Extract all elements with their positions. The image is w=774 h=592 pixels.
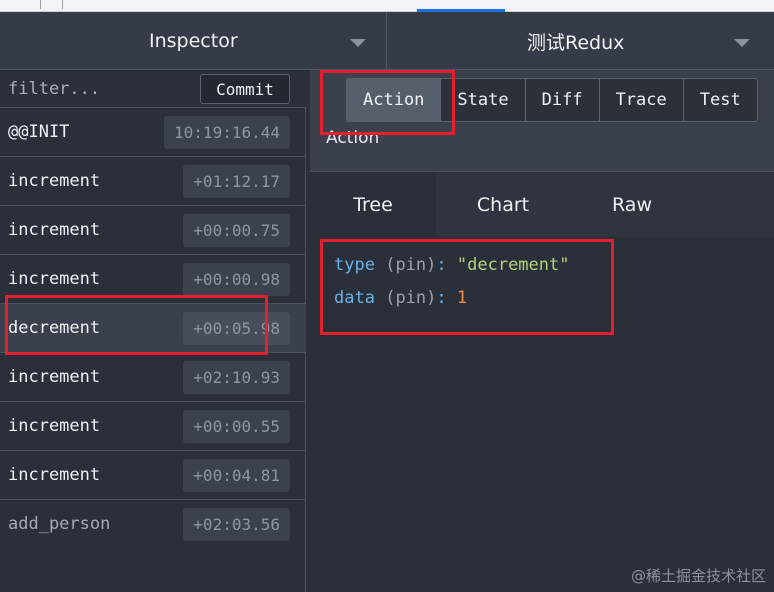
- section-title: Action: [326, 128, 380, 148]
- monitor-label: Inspector: [149, 30, 238, 52]
- action-tree: type (pin): "decrement" data (pin): 1: [310, 237, 774, 592]
- tree-node[interactable]: type (pin): "decrement": [334, 255, 569, 275]
- tab-diff[interactable]: Diff: [524, 78, 600, 122]
- watermark: @稀土掘金技术社区: [630, 567, 766, 585]
- browser-tab-strip: [0, 0, 774, 12]
- tab-chart[interactable]: Chart: [440, 172, 566, 237]
- action-row[interactable]: increment +00:00.55: [0, 402, 306, 451]
- action-name: decrement: [8, 318, 101, 338]
- tab-test[interactable]: Test: [682, 78, 758, 122]
- action-name: increment: [8, 269, 101, 289]
- tab-action[interactable]: Action: [346, 78, 442, 122]
- action-row[interactable]: increment +01:12.17: [0, 157, 306, 206]
- tree-value: "decrement": [456, 255, 570, 275]
- strip-separator: [62, 0, 63, 9]
- action-row[interactable]: add_person +02:03.56: [0, 500, 306, 549]
- tree-key: data: [334, 288, 375, 308]
- action-name: increment: [8, 367, 101, 387]
- monitor-label: 测试Redux: [527, 31, 625, 54]
- left-monitor-select[interactable]: Inspector: [0, 12, 386, 70]
- action-row[interactable]: increment +00:00.98: [0, 255, 306, 304]
- pin-toggle[interactable]: (pin): [385, 288, 436, 308]
- header-divider: [386, 12, 387, 70]
- filter-bar: Commit: [0, 70, 306, 108]
- action-name: @@INIT: [8, 122, 70, 142]
- tree-value: 1: [456, 288, 468, 308]
- action-time: +00:00.75: [183, 214, 290, 247]
- monitor-header: Inspector 测试Redux: [0, 12, 774, 70]
- action-name: increment: [8, 416, 101, 436]
- action-time: +02:10.93: [183, 361, 290, 394]
- action-name: increment: [8, 220, 101, 240]
- right-monitor-select[interactable]: 测试Redux: [387, 12, 774, 70]
- action-row[interactable]: increment +02:10.93: [0, 353, 306, 402]
- action-time: +00:00.98: [183, 263, 290, 296]
- tree-colon: :: [436, 255, 447, 275]
- action-name: increment: [8, 171, 101, 191]
- pin-toggle[interactable]: (pin): [385, 255, 436, 275]
- action-time: +01:12.17: [183, 165, 290, 198]
- action-row[interactable]: @@INIT 10:19:16.44: [0, 108, 306, 157]
- tab-trace[interactable]: Trace: [598, 78, 684, 122]
- filter-input[interactable]: [0, 70, 196, 108]
- view-tabs: Tree Chart Raw: [310, 172, 774, 237]
- action-time: 10:19:16.44: [164, 116, 290, 149]
- action-name: add_person: [8, 514, 111, 534]
- commit-button[interactable]: Commit: [200, 74, 290, 104]
- action-time: +00:05.98: [183, 312, 290, 345]
- chevron-down-icon: [350, 39, 366, 47]
- action-time: +02:03.56: [183, 508, 290, 541]
- action-row-selected[interactable]: decrement +00:05.98: [0, 304, 306, 353]
- action-row[interactable]: increment +00:00.75: [0, 206, 306, 255]
- action-name: increment: [8, 465, 101, 485]
- action-row[interactable]: increment +00:04.81: [0, 451, 306, 500]
- tab-state[interactable]: State: [440, 78, 526, 122]
- detail-tabs: Action State Diff Trace Test: [346, 78, 758, 122]
- strip-separator: [40, 0, 41, 9]
- chevron-down-icon: [734, 39, 750, 47]
- action-time: +00:04.81: [183, 459, 290, 492]
- tab-raw[interactable]: Raw: [569, 172, 695, 237]
- tree-colon: :: [436, 288, 447, 308]
- action-time: +00:00.55: [183, 410, 290, 443]
- tree-node[interactable]: data (pin): 1: [334, 288, 467, 308]
- tree-key: type: [334, 255, 375, 275]
- tab-tree[interactable]: Tree: [310, 172, 436, 237]
- detail-header: Action State Diff Trace Test Action: [310, 70, 774, 172]
- action-list-panel: Commit @@INIT 10:19:16.44 increment +01:…: [0, 70, 306, 592]
